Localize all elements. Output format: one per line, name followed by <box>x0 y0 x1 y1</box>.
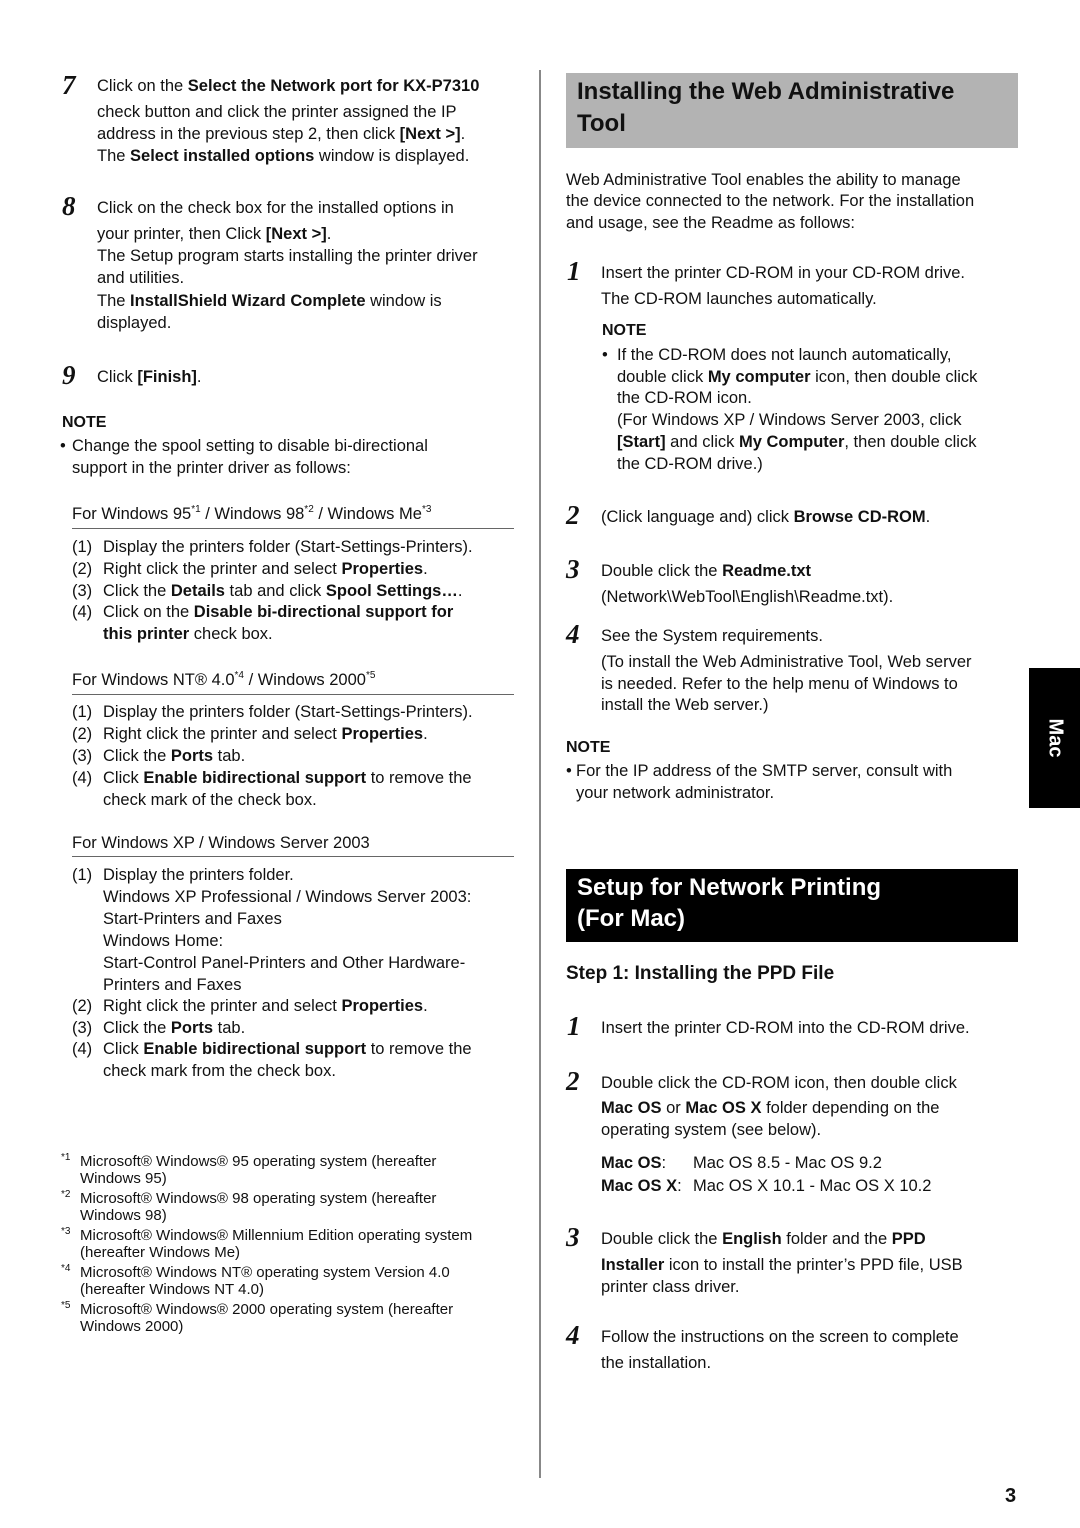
subsection-heading: For Windows 95*1 / Windows 98*2 / Window… <box>72 504 432 523</box>
step-heading: Step 1: Installing the PPD File <box>566 963 835 984</box>
os-range-mac-os: Mac OS: Mac OS 8.5 - Mac OS 9.2 <box>601 1154 882 1172</box>
note-heading: NOTE <box>566 739 611 756</box>
side-tab-label: Mac <box>1044 718 1066 758</box>
side-tab-mac[interactable]: Mac <box>1029 668 1080 808</box>
step-number: 4 <box>566 1320 580 1350</box>
step-number: 7 <box>62 70 76 100</box>
divider-rule <box>72 528 514 529</box>
step-number: 2 <box>566 500 580 530</box>
bullet: • <box>60 437 66 455</box>
os-range-mac-os-x: Mac OS X: Mac OS X 10.1 - Mac OS X 10.2 <box>601 1177 932 1195</box>
bullet: • <box>602 346 608 364</box>
step-number: 2 <box>566 1066 580 1096</box>
divider-rule <box>72 694 514 695</box>
page-number: 3 <box>1005 1485 1017 1507</box>
subsection-heading: For Windows XP / Windows Server 2003 <box>72 834 370 852</box>
note-heading: NOTE <box>602 322 647 339</box>
step-number: 3 <box>566 554 580 584</box>
note-heading: NOTE <box>62 414 107 431</box>
step-number: 1 <box>567 1011 581 1041</box>
step-number: 1 <box>567 256 581 286</box>
section-heading-mac-setup: Setup for Network Printing (For Mac) <box>566 869 1018 942</box>
step-number: 4 <box>566 619 580 649</box>
step-number: 3 <box>566 1222 580 1252</box>
section-heading-web-tool: Installing the Web Administrative Tool <box>566 73 1018 148</box>
step-number: 9 <box>62 360 76 390</box>
bullet: • <box>566 762 572 780</box>
divider-rule <box>72 856 514 857</box>
column-divider <box>539 70 541 1478</box>
subsection-heading: For Windows NT® 4.0*4 / Windows 2000*5 <box>72 670 376 689</box>
step-number: 8 <box>62 191 76 221</box>
